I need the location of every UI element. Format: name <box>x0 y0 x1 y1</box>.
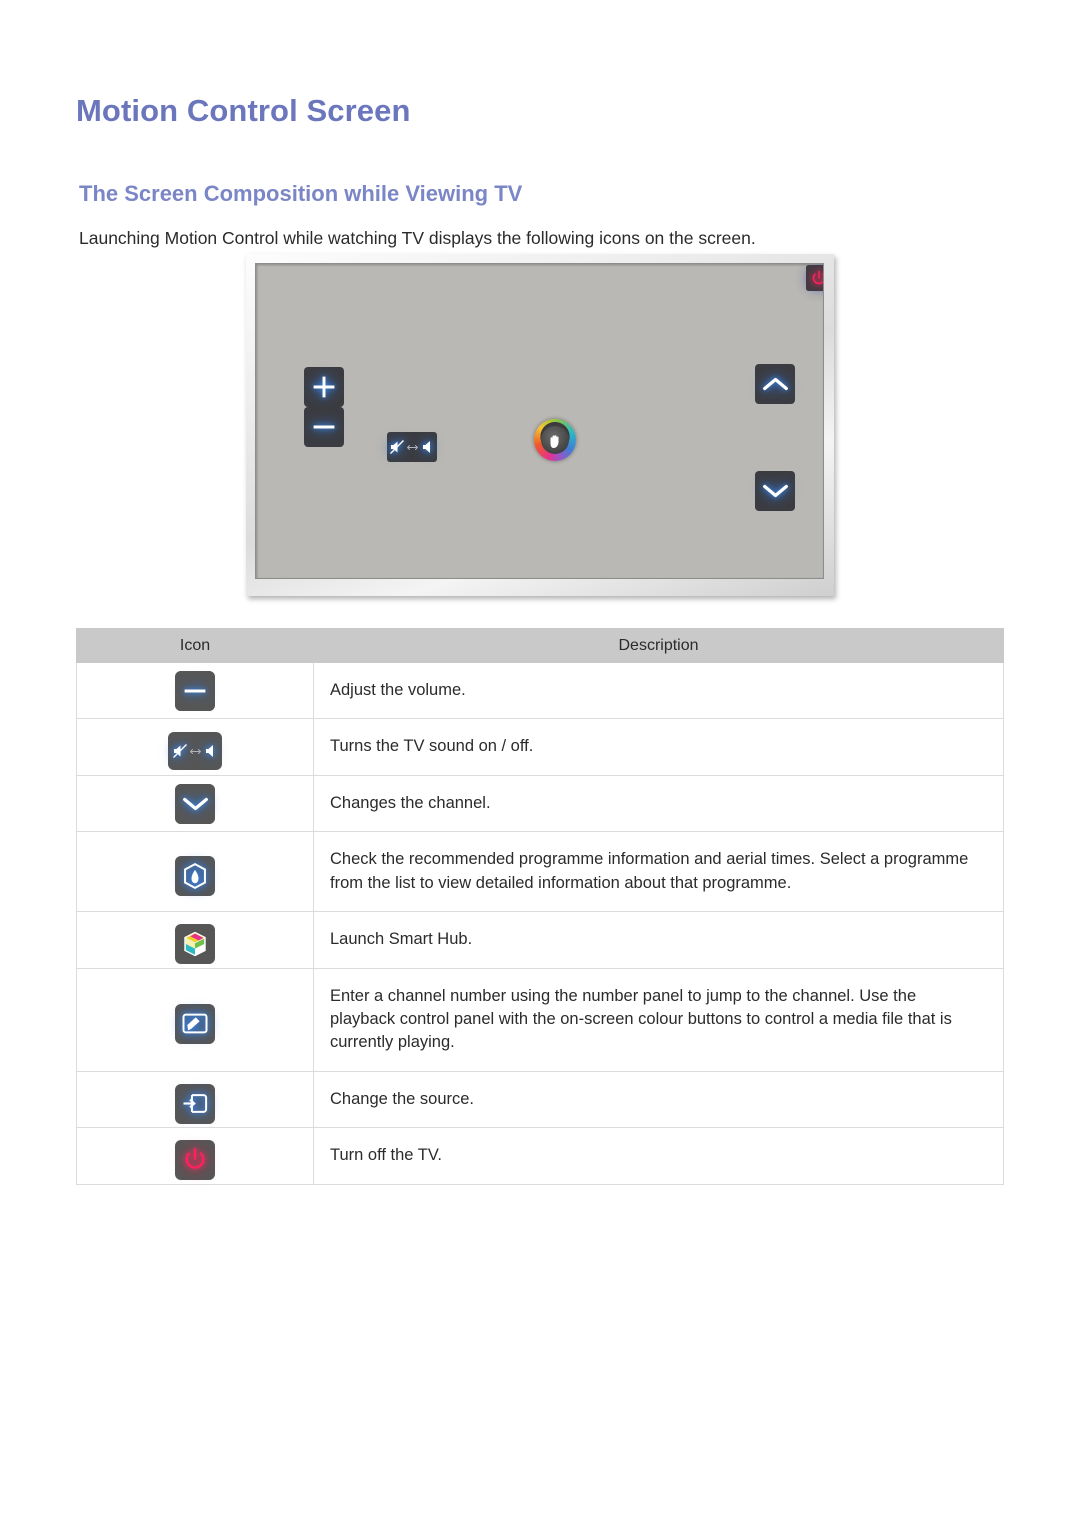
tv-illustration <box>246 254 834 596</box>
tv-bezel <box>246 254 834 596</box>
description-cell: Enter a channel number using the number … <box>313 967 1004 1072</box>
tv-screen <box>255 263 824 579</box>
volume-down-icon[interactable] <box>175 670 215 711</box>
table-row: Turns the TV sound on / off. <box>76 718 1004 776</box>
table-header-row: Icon Description <box>76 628 1004 663</box>
guide-icon[interactable] <box>175 855 215 896</box>
description-cell: Change the source. <box>313 1070 1004 1129</box>
channel-up-icon[interactable] <box>755 364 795 404</box>
channel-down-icon[interactable] <box>175 783 215 824</box>
icon-cell <box>76 1127 314 1185</box>
smart-hub-icon[interactable] <box>175 923 215 964</box>
media-panel-icon[interactable] <box>175 1003 215 1044</box>
icon-cell: / <box>76 774 314 833</box>
arrow-both-icon <box>406 444 418 450</box>
description-cell: Adjust the volume. <box>313 661 1004 720</box>
intro-paragraph: Launching Motion Control while watching … <box>79 227 756 248</box>
icon-cell <box>76 831 314 913</box>
table-row: Check the recommended programme informat… <box>76 831 1004 913</box>
description-cell: Turn off the TV. <box>313 1127 1004 1185</box>
page-title: Motion Control Screen <box>76 92 411 128</box>
description-cell: Changes the channel. <box>313 774 1004 833</box>
help-guide-page: Motion Control Screen The Screen Composi… <box>0 0 1080 1527</box>
description-cell: Turns the TV sound on / off. <box>313 718 1004 776</box>
icon-cell <box>76 911 314 969</box>
icon-group: / <box>175 783 215 824</box>
hand-cursor-core <box>541 426 569 454</box>
icon-description-table: Icon Description / <box>76 628 1004 1185</box>
column-header-icon: Icon <box>76 628 314 663</box>
table-row: Change the source. <box>76 1070 1004 1129</box>
arrow-both-icon <box>189 748 201 754</box>
description-cell: Check the recommended programme informat… <box>313 831 1004 913</box>
table-row: / Changes the channel. <box>76 774 1004 833</box>
mute-icon[interactable] <box>168 732 222 771</box>
volume-up-icon[interactable] <box>304 367 344 407</box>
table-row: / Adjust the volume. <box>76 661 1004 720</box>
table-row: Enter a channel number using the number … <box>76 967 1004 1072</box>
table-row: Launch Smart Hub. <box>76 911 1004 969</box>
column-header-description: Description <box>313 628 1004 663</box>
icon-cell: / <box>76 661 314 720</box>
power-icon[interactable] <box>175 1139 215 1180</box>
source-icon[interactable] <box>175 1083 215 1124</box>
volume-down-icon[interactable] <box>304 407 344 447</box>
icon-group: / <box>175 670 215 711</box>
icon-cell <box>76 967 314 1072</box>
hand-cursor[interactable] <box>534 419 576 461</box>
section-title: The Screen Composition while Viewing TV <box>79 181 523 207</box>
power-icon[interactable] <box>806 265 823 291</box>
icon-cell <box>76 1070 314 1129</box>
description-cell: Launch Smart Hub. <box>313 911 1004 969</box>
mute-icon[interactable] <box>387 432 437 462</box>
table-row: Turn off the TV. <box>76 1127 1004 1185</box>
channel-down-icon[interactable] <box>755 471 795 511</box>
icon-cell <box>76 718 314 776</box>
